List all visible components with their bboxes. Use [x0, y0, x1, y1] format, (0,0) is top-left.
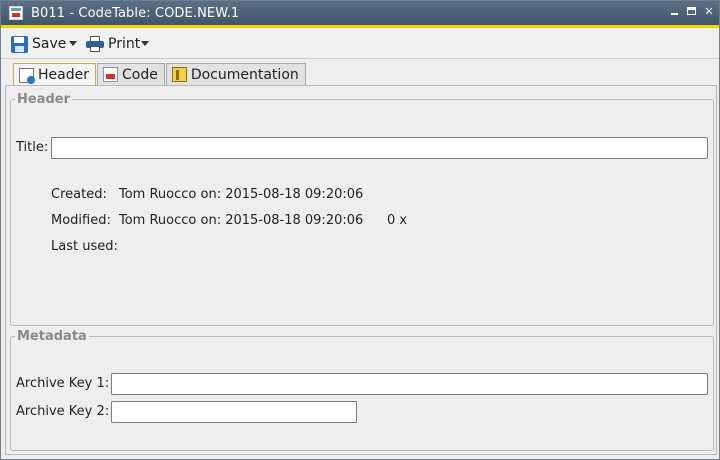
archive-key-2-label: Archive Key 2: [16, 404, 110, 419]
maximize-button[interactable] [685, 4, 699, 20]
created-value: Tom Ruocco on: 2015-08-18 09:20:06 [119, 187, 364, 202]
archive-key-1-input[interactable] [111, 373, 708, 395]
print-icon [86, 36, 104, 52]
last-used-label: Last used: [51, 239, 118, 254]
tab-documentation[interactable]: Documentation [165, 63, 306, 85]
code-tab-icon [102, 67, 118, 82]
minimize-icon [671, 13, 678, 15]
title-label: Title: [16, 140, 49, 155]
save-dropdown-arrow-icon[interactable] [69, 41, 77, 46]
archive-key-1-label: Archive Key 1: [16, 376, 110, 391]
close-icon: ✕ [704, 5, 714, 18]
modified-label: Modified: [51, 213, 111, 228]
title-input[interactable] [51, 137, 708, 159]
modified-count: 0 x [387, 213, 408, 228]
window-title: B011 - CodeTable: CODE.NEW.1 [31, 6, 240, 21]
save-button[interactable]: Save [11, 34, 66, 54]
documentation-tab-icon [171, 67, 187, 82]
tab-code-label: Code [121, 66, 158, 83]
metadata-group-legend: Metadata [17, 329, 87, 344]
header-group: Header [10, 92, 714, 326]
created-label: Created: [51, 187, 107, 202]
header-group-legend: Header [17, 92, 71, 107]
save-label: Save [32, 36, 67, 52]
print-button[interactable]: Print [86, 34, 140, 54]
app-icon [9, 6, 23, 20]
print-dropdown-arrow-icon[interactable] [141, 41, 149, 46]
tab-documentation-label: Documentation [190, 66, 299, 83]
minimize-button[interactable] [668, 4, 682, 20]
tab-header[interactable]: Header [13, 63, 96, 86]
modified-value: Tom Ruocco on: 2015-08-18 09:20:06 [119, 213, 364, 228]
codetable-window: B011 - CodeTable: CODE.NEW.1 ✕ Save Prin… [0, 0, 720, 460]
tab-header-label: Header [38, 67, 89, 83]
tab-content-panel: Header Title: Created: Tom Ruocco on: 20… [5, 85, 717, 455]
close-button[interactable]: ✕ [702, 4, 716, 20]
header-tab-icon [19, 67, 35, 84]
tab-code[interactable]: Code [96, 63, 165, 85]
toolbar: Save Print [1, 28, 719, 59]
maximize-icon [687, 7, 696, 15]
tab-bar: Header Code Documentation [13, 63, 307, 86]
print-label: Print [108, 36, 141, 52]
archive-key-2-input[interactable] [111, 401, 357, 423]
save-icon [11, 35, 28, 53]
title-bar[interactable]: B011 - CodeTable: CODE.NEW.1 ✕ [1, 1, 719, 25]
